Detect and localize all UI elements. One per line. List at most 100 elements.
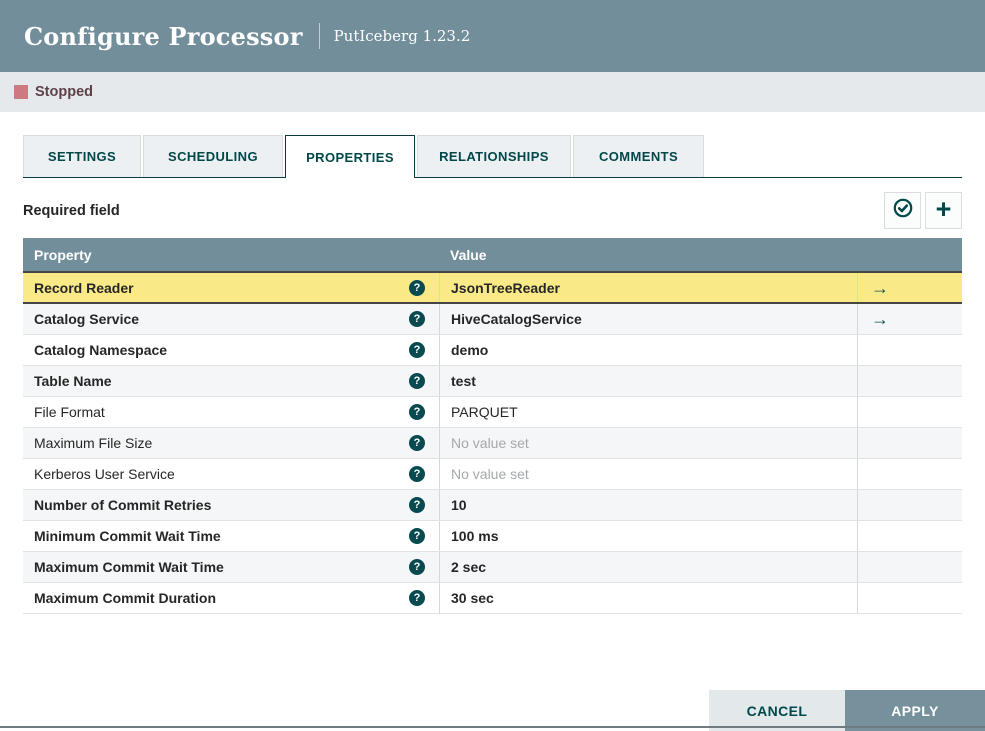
property-value-cell[interactable]: 100 ms: [439, 521, 857, 551]
help-icon[interactable]: ?: [409, 590, 425, 606]
goto-service-cell: →: [857, 459, 962, 489]
property-value-cell[interactable]: test: [439, 366, 857, 396]
property-name: Number of Commit Retries: [34, 497, 212, 513]
property-row: Maximum File Size ? No value set →: [23, 428, 962, 459]
property-column-header: Property: [34, 246, 92, 263]
tab-scheduling[interactable]: SCHEDULING: [143, 135, 283, 177]
property-table: Property Value Record Reader ? JsonTreeR…: [23, 238, 962, 614]
tab-label: SCHEDULING: [168, 149, 258, 164]
goto-service-icon[interactable]: →: [871, 279, 889, 297]
property-name: File Format: [34, 404, 105, 420]
goto-service-cell: →: [857, 552, 962, 582]
property-row: Catalog Service ? HiveCatalogService →: [23, 304, 962, 335]
property-value: 2 sec: [451, 559, 487, 575]
dialog-title: Configure Processor: [24, 21, 303, 51]
property-name-cell: Catalog Service ?: [23, 304, 439, 334]
add-property-button[interactable]: +: [925, 192, 962, 229]
tab-label: SETTINGS: [47, 149, 117, 164]
property-value-cell[interactable]: No value set: [439, 459, 857, 489]
property-value: PARQUET: [451, 404, 518, 420]
property-value: 10: [451, 497, 467, 513]
toolbar-buttons: +: [884, 192, 962, 229]
tab-settings[interactable]: SETTINGS: [23, 135, 141, 177]
tab-strip: SETTINGS SCHEDULING PROPERTIES RELATIONS…: [23, 135, 962, 178]
help-icon[interactable]: ?: [409, 559, 425, 575]
property-name-cell: Catalog Namespace ?: [23, 335, 439, 365]
property-name-cell: Record Reader ?: [23, 273, 439, 302]
property-name-cell: Maximum Commit Wait Time ?: [23, 552, 439, 582]
help-icon[interactable]: ?: [409, 497, 425, 513]
required-field-label: Required field: [23, 202, 120, 219]
property-value-cell[interactable]: 10: [439, 490, 857, 520]
tab-label: COMMENTS: [598, 149, 679, 164]
help-icon[interactable]: ?: [409, 435, 425, 451]
property-name-cell: Maximum File Size ?: [23, 428, 439, 458]
property-name-cell: Maximum Commit Duration ?: [23, 583, 439, 613]
tab-label: RELATIONSHIPS: [439, 149, 549, 164]
tab-comments[interactable]: COMMENTS: [573, 135, 704, 177]
property-name: Maximum File Size: [34, 435, 153, 451]
check-circle-icon: [892, 197, 914, 224]
property-value-cell[interactable]: No value set: [439, 428, 857, 458]
canvas-edge-line: [0, 726, 985, 728]
property-row: Record Reader ? JsonTreeReader →: [23, 271, 962, 304]
property-name-cell: Kerberos User Service ?: [23, 459, 439, 489]
property-name: Table Name: [34, 373, 112, 389]
property-value-cell[interactable]: HiveCatalogService: [439, 304, 857, 334]
plus-icon: +: [935, 193, 952, 224]
property-value-cell[interactable]: demo: [439, 335, 857, 365]
property-value-cell[interactable]: JsonTreeReader: [439, 273, 857, 302]
property-row: Catalog Namespace ? demo →: [23, 335, 962, 366]
help-icon[interactable]: ?: [409, 279, 425, 296]
property-row: File Format ? PARQUET →: [23, 397, 962, 428]
property-value: HiveCatalogService: [451, 311, 582, 327]
dialog-content: SETTINGS SCHEDULING PROPERTIES RELATIONS…: [0, 135, 985, 614]
help-icon[interactable]: ?: [409, 373, 425, 389]
property-table-header: Property Value: [23, 238, 962, 271]
property-name: Maximum Commit Wait Time: [34, 559, 224, 575]
apply-button[interactable]: APPLY: [845, 690, 985, 731]
footer-buttons: CANCEL APPLY: [709, 690, 985, 731]
title-separator: [318, 23, 320, 49]
goto-service-cell: →: [857, 583, 962, 613]
goto-service-cell: →: [857, 490, 962, 520]
property-name-cell: Number of Commit Retries ?: [23, 490, 439, 520]
goto-service-cell: →: [857, 304, 962, 334]
help-icon[interactable]: ?: [409, 311, 425, 327]
status-label: Stopped: [35, 84, 93, 100]
goto-service-cell: →: [857, 335, 962, 365]
goto-service-cell: →: [857, 397, 962, 427]
help-icon[interactable]: ?: [409, 528, 425, 544]
tab-label: PROPERTIES: [306, 149, 394, 165]
property-name: Kerberos User Service: [34, 466, 175, 482]
properties-toolbar: Required field +: [23, 192, 962, 229]
help-icon[interactable]: ?: [409, 342, 425, 358]
property-value: 100 ms: [451, 528, 499, 544]
property-row: Number of Commit Retries ? 10 →: [23, 490, 962, 521]
goto-service-cell: →: [857, 521, 962, 551]
property-value: No value set: [451, 466, 529, 482]
property-row: Kerberos User Service ? No value set →: [23, 459, 962, 490]
property-name-cell: Table Name ?: [23, 366, 439, 396]
property-value: demo: [451, 342, 489, 358]
tab-properties[interactable]: PROPERTIES: [285, 135, 415, 178]
cancel-button[interactable]: CANCEL: [709, 690, 845, 731]
property-value: JsonTreeReader: [451, 279, 560, 296]
property-name-cell: Minimum Commit Wait Time ?: [23, 521, 439, 551]
help-icon[interactable]: ?: [409, 466, 425, 482]
property-name-cell: File Format ?: [23, 397, 439, 427]
property-row: Table Name ? test →: [23, 366, 962, 397]
verify-properties-button[interactable]: [884, 192, 921, 229]
goto-service-icon[interactable]: →: [871, 310, 889, 328]
property-row: Maximum Commit Wait Time ? 2 sec →: [23, 552, 962, 583]
property-value-cell[interactable]: 30 sec: [439, 583, 857, 613]
property-value-cell[interactable]: 2 sec: [439, 552, 857, 582]
property-table-body: Record Reader ? JsonTreeReader → Catalog…: [23, 271, 962, 614]
stopped-icon: [14, 85, 28, 99]
property-value-cell[interactable]: PARQUET: [439, 397, 857, 427]
property-value: 30 sec: [451, 590, 494, 606]
goto-service-cell: →: [857, 273, 962, 302]
tab-relationships[interactable]: RELATIONSHIPS: [417, 135, 571, 177]
help-icon[interactable]: ?: [409, 404, 425, 420]
property-name: Maximum Commit Duration: [34, 590, 217, 606]
